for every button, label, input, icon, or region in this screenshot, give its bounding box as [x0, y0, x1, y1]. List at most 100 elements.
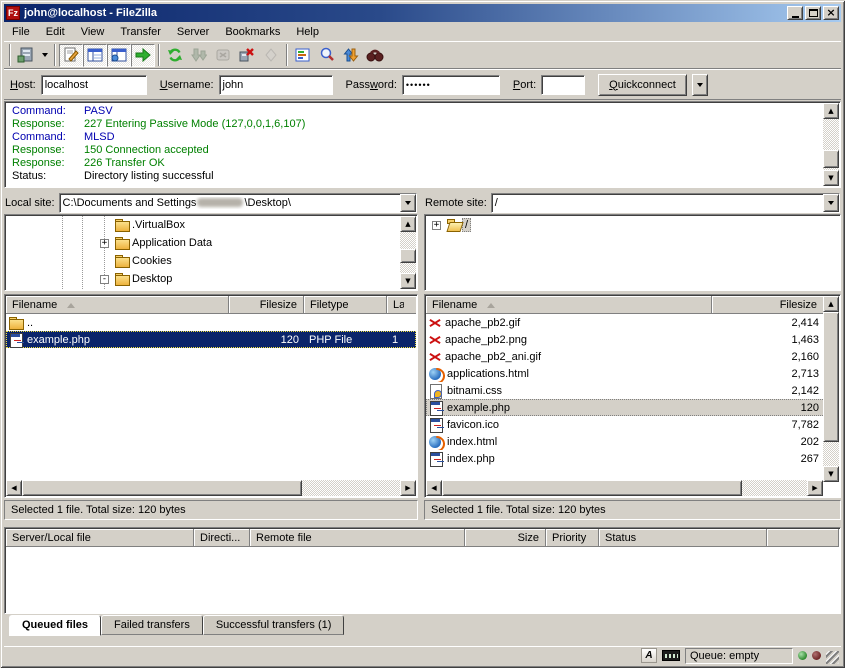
synchronized-browsing-button[interactable]	[339, 44, 363, 67]
tab-queued-files[interactable]: Queued files	[9, 615, 101, 636]
scrollbar-track[interactable]	[823, 119, 839, 170]
password-input[interactable]: ••••••	[402, 75, 500, 95]
menu-edit[interactable]: Edit	[38, 23, 73, 41]
scrollbar-track[interactable]	[442, 480, 807, 496]
scrollbar-track[interactable]	[400, 232, 416, 273]
tree-item-virtualbox[interactable]: .VirtualBox	[6, 216, 400, 234]
column-header-filename[interactable]: Filename	[426, 296, 712, 314]
quickconnect-bar: Host: localhost Username: john Password:…	[4, 69, 841, 100]
column-header-filename[interactable]: Filename	[6, 296, 229, 314]
scroll-up-button[interactable]: ▲	[823, 103, 839, 119]
expand-icon[interactable]: +	[100, 239, 109, 248]
column-header-priority[interactable]: Priority	[546, 529, 599, 547]
remote-file-row-example-php[interactable]: example.php 120	[426, 399, 839, 416]
menu-transfer[interactable]: Transfer	[112, 23, 169, 41]
process-queue-button[interactable]	[187, 44, 211, 67]
directory-listing-filters-button[interactable]	[291, 44, 315, 67]
site-manager-button[interactable]	[14, 44, 38, 67]
tree-item-application-data[interactable]: + Application Data	[6, 234, 400, 252]
remote-site-dropdown-button[interactable]	[823, 194, 839, 212]
reconnect-icon	[263, 47, 279, 63]
remote-file-row[interactable]: applications.html 2,713	[426, 365, 839, 382]
menu-server[interactable]: Server	[169, 23, 217, 41]
host-input[interactable]: localhost	[41, 75, 147, 95]
column-header-server-local-file[interactable]: Server/Local file	[6, 529, 194, 547]
remote-vertical-scrollbar[interactable]: ▲ ▼	[823, 296, 839, 482]
remote-horizontal-scrollbar[interactable]: ◀ ▶	[426, 480, 823, 496]
scroll-up-button[interactable]: ▲	[823, 296, 839, 312]
resize-grip-icon[interactable]	[826, 651, 839, 664]
remote-file-row[interactable]: apache_pb2_ani.gif 2,160	[426, 348, 839, 365]
column-header-last-modified[interactable]: Last modified	[387, 296, 416, 314]
compare-directories-button[interactable]	[315, 44, 339, 67]
scroll-left-button[interactable]: ◀	[426, 480, 442, 496]
menu-view[interactable]: View	[73, 23, 113, 41]
toggle-transfer-queue-button[interactable]	[131, 44, 155, 67]
menu-file[interactable]: File	[4, 23, 38, 41]
find-files-button[interactable]	[363, 44, 387, 67]
collapse-icon[interactable]: -	[100, 275, 109, 284]
minimize-button[interactable]	[787, 6, 803, 20]
menu-bar: File Edit View Transfer Server Bookmarks…	[4, 22, 841, 42]
tree-item-cookies[interactable]: Cookies	[6, 252, 400, 270]
log-vertical-scrollbar[interactable]: ▲ ▼	[823, 103, 839, 186]
scroll-right-button[interactable]: ▶	[400, 480, 416, 496]
scroll-up-button[interactable]: ▲	[400, 216, 416, 232]
refresh-button[interactable]	[163, 44, 187, 67]
cancel-operation-button[interactable]	[211, 44, 235, 67]
remote-site-combobox[interactable]: /	[491, 193, 840, 213]
remote-file-row[interactable]: bitnami.css 2,142	[426, 382, 839, 399]
close-button[interactable]: ×	[823, 6, 839, 20]
local-site-dropdown-button[interactable]	[400, 194, 416, 212]
reconnect-button[interactable]	[259, 44, 283, 67]
disconnect-button[interactable]	[235, 44, 259, 67]
column-header-remote-file[interactable]: Remote file	[250, 529, 465, 547]
column-header-filesize[interactable]: Filesize	[229, 296, 304, 314]
menu-bookmarks[interactable]: Bookmarks	[217, 23, 288, 41]
column-header-status[interactable]: Status	[599, 529, 767, 547]
quickconnect-dropdown-button[interactable]	[692, 74, 708, 96]
scrollbar-thumb[interactable]	[442, 480, 742, 496]
remote-file-row[interactable]: favicon.ico 7,782	[426, 416, 839, 433]
toggle-remote-tree-button[interactable]	[107, 44, 131, 67]
maximize-button[interactable]	[805, 6, 821, 20]
speedlimit-icon[interactable]	[662, 650, 680, 661]
menu-help[interactable]: Help	[288, 23, 327, 41]
column-header-filesize[interactable]: Filesize	[712, 296, 824, 314]
port-input[interactable]	[541, 75, 585, 95]
scrollbar-track[interactable]	[823, 312, 839, 466]
site-manager-dropdown-button[interactable]	[38, 44, 51, 67]
tab-failed-transfers[interactable]: Failed transfers	[101, 615, 203, 635]
remote-file-row[interactable]: index.html 202	[426, 433, 839, 450]
scrollbar-track[interactable]	[22, 480, 400, 496]
datatype-ascii-icon[interactable]: A	[641, 648, 657, 663]
quickconnect-button[interactable]: Quickconnect	[598, 74, 687, 96]
scrollbar-thumb[interactable]	[823, 150, 839, 168]
column-header-filetype[interactable]: Filetype	[304, 296, 387, 314]
remote-file-row[interactable]: apache_pb2.gif 2,414	[426, 314, 839, 331]
scroll-down-button[interactable]: ▼	[400, 273, 416, 289]
tree-item-root[interactable]: + /	[426, 216, 839, 234]
tree-item-desktop[interactable]: - Desktop	[6, 270, 400, 288]
tab-successful-transfers[interactable]: Successful transfers (1)	[203, 615, 345, 635]
local-file-row-example-php[interactable]: example.php 120 PHP File 1	[6, 331, 416, 348]
toggle-message-log-button[interactable]	[59, 44, 83, 67]
remote-file-row[interactable]: index.php 267	[426, 450, 839, 467]
local-tree-scrollbar[interactable]: ▲ ▼	[400, 216, 416, 289]
local-file-row-parent[interactable]: ..	[6, 314, 416, 331]
scrollbar-thumb[interactable]	[400, 249, 416, 263]
scroll-down-button[interactable]: ▼	[823, 466, 839, 482]
column-header-size[interactable]: Size	[465, 529, 546, 547]
local-site-combobox[interactable]: C:\Documents and Settings\Desktop\	[59, 193, 417, 213]
username-input[interactable]: john	[219, 75, 333, 95]
scrollbar-thumb[interactable]	[823, 312, 839, 442]
scrollbar-thumb[interactable]	[22, 480, 302, 496]
scroll-left-button[interactable]: ◀	[6, 480, 22, 496]
local-horizontal-scrollbar[interactable]: ◀ ▶	[6, 480, 416, 496]
toggle-local-tree-button[interactable]	[83, 44, 107, 67]
scroll-down-button[interactable]: ▼	[823, 170, 839, 186]
scroll-right-button[interactable]: ▶	[807, 480, 823, 496]
remote-file-row[interactable]: apache_pb2.png 1,463	[426, 331, 839, 348]
expand-icon[interactable]: +	[432, 221, 441, 230]
column-header-direction[interactable]: Directi...	[194, 529, 250, 547]
